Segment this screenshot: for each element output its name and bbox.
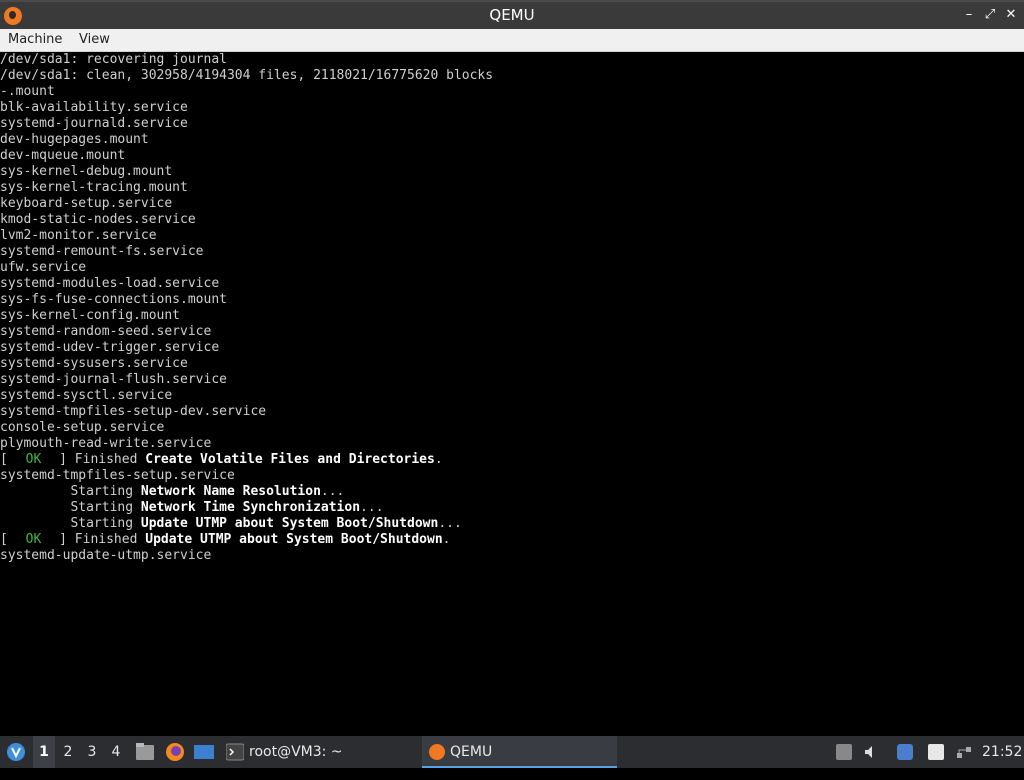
console-line: sys-kernel-tracing.mount [0,180,188,195]
console-line: systemd-journal-flush.service [0,372,227,387]
close-icon[interactable]: ✕ [1001,5,1021,25]
desktop-icon[interactable] [192,736,216,768]
clock[interactable]: 21:52 [982,736,1022,768]
console-line: sys-fs-fuse-connections.mount [0,292,227,307]
console-line: kmod-static-nodes.service [0,212,196,227]
terminal-icon [226,743,244,761]
network-icon[interactable] [956,744,972,760]
console-line: lvm2-monitor.service [0,228,157,243]
console-line: blk-availability.service [0,100,188,115]
console-line: ufw.service [0,260,87,275]
firefox-icon[interactable] [163,736,187,768]
taskbar: 1 2 3 4 root@VM3: ~ QEMU 21:52 [0,736,1024,768]
notification-icon[interactable] [897,744,913,760]
workspace-2[interactable]: 2 [57,736,79,768]
task-label-terminal: root@VM3: ~ [249,744,343,760]
console-line: sys-kernel-debug.mount [0,164,173,179]
console-line: sys-kernel-config.mount [0,308,181,323]
console-line: Starting Network Name Resolution... [0,484,345,499]
console-line: plymouth-read-write.service [0,436,212,451]
console-line: systemd-remount-fs.service [0,244,204,259]
console-line: systemd-udev-trigger.service [0,340,220,355]
status-ok-badge: OK [25,532,42,547]
tray-notes-icon[interactable] [836,744,852,760]
status-ok-badge: OK [25,452,42,467]
task-terminal[interactable]: root@VM3: ~ [222,736,412,768]
console-line: [ OK ] Finished Create Volatile Files an… [0,452,443,467]
console-line: dev-mqueue.mount [0,148,126,163]
task-label-qemu: QEMU [450,744,493,760]
menu-machine[interactable]: Machine [8,32,62,47]
window-titlebar[interactable]: QEMU – ⤢ ✕ [0,0,1024,29]
clipboard-icon[interactable] [928,744,944,760]
console-line: systemd-sysusers.service [0,356,188,371]
console-line: systemd-update-utmp.service [0,548,212,563]
console-line: systemd-sysctl.service [0,388,173,403]
restore-icon[interactable]: ⤢ [980,5,1000,25]
console-line: systemd-journald.service [0,116,188,131]
menu-view[interactable]: View [79,32,110,47]
start-menu-icon[interactable] [4,736,28,768]
console-line: dev-hugepages.mount [0,132,149,147]
console-line: /dev/sda1: clean, 302958/4194304 files, … [0,68,494,83]
file-manager-icon[interactable] [134,736,156,768]
console-line: systemd-tmpfiles-setup-dev.service [0,404,267,419]
workspace-3[interactable]: 3 [81,736,103,768]
console-line: Starting Update UTMP about System Boot/S… [0,516,462,531]
console-line: -.mount [0,84,55,99]
qemu-icon [429,744,445,760]
console-line: keyboard-setup.service [0,196,173,211]
console-line: systemd-random-seed.service [0,324,212,339]
console-line: systemd-tmpfiles-setup.service [0,468,235,483]
task-qemu[interactable]: QEMU [422,736,617,768]
console-line: console-setup.service [0,420,165,435]
console-line: /dev/sda1: recovering journal [0,52,227,67]
minimize-icon[interactable]: – [959,5,979,25]
console-line: systemd-modules-load.service [0,276,220,291]
workspace-1[interactable]: 1 [33,736,55,768]
workspace-4[interactable]: 4 [105,736,127,768]
console-line: [ OK ] Finished Update UTMP about System… [0,532,451,547]
console-output[interactable]: /dev/sda1: recovering journal/dev/sda1: … [0,52,1024,736]
window-title: QEMU [489,6,535,24]
console-line: Starting Network Time Synchronization... [0,500,384,515]
volume-icon[interactable] [863,744,879,760]
menu-bar: Machine View [0,29,1024,52]
